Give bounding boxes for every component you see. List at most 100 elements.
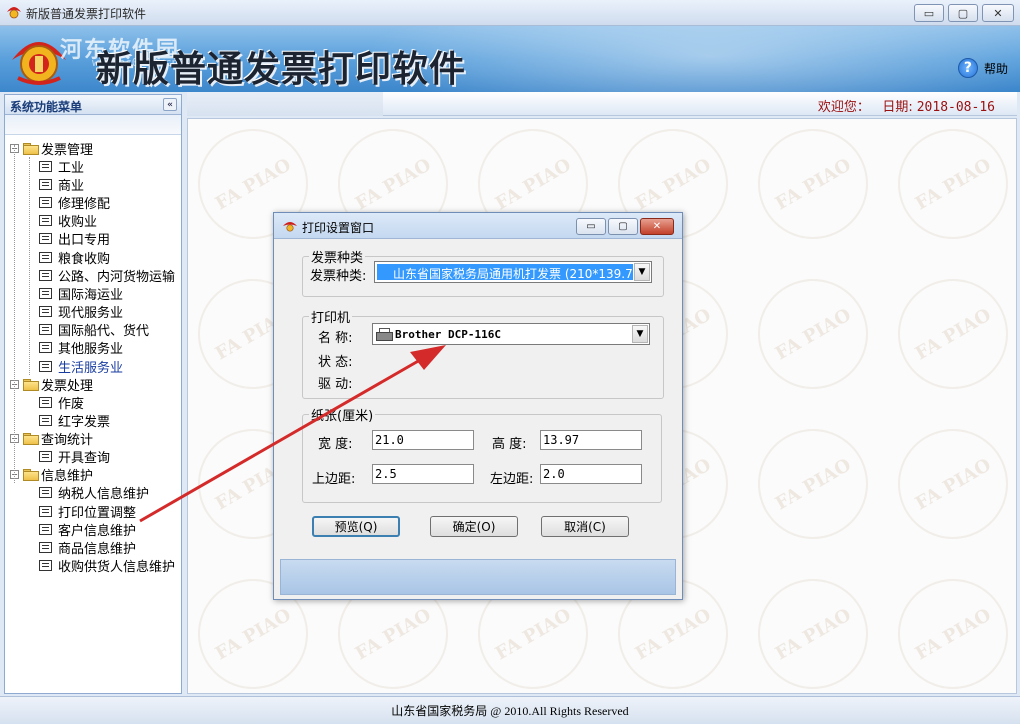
dialog-maximize-button[interactable]: ▢ (608, 218, 638, 235)
tree-group[interactable]: − 发票管理 (5, 139, 181, 158)
printer-name-value[interactable]: Brother DCP-116C (395, 328, 501, 341)
tree-item-label[interactable]: 商品信息维护 (58, 538, 136, 557)
sidebar-toolbar (5, 115, 181, 135)
minimize-button[interactable]: ▭ (914, 4, 944, 22)
printer-driver-label: 驱 动: (318, 377, 353, 392)
tree-item[interactable]: 国际海运业 (5, 284, 181, 303)
dialog-titlebar: 打印设置窗口 ▭ ▢ ✕ (274, 213, 682, 239)
tree-item[interactable]: 工业 (5, 157, 181, 176)
help-button[interactable]: ? 帮助 (957, 58, 1008, 78)
tree-item-label[interactable]: 工业 (58, 157, 84, 176)
invoice-type-value[interactable]: 山东省国家税务局通用机打发票 (210*139.7) (377, 264, 633, 280)
help-icon[interactable]: ? (957, 58, 978, 78)
tree-item-label[interactable]: 其他服务业 (58, 338, 123, 357)
maximize-button[interactable]: ▢ (948, 4, 978, 22)
tree-group[interactable]: − 发票处理 (5, 375, 181, 394)
tree-item-label[interactable]: 商业 (58, 175, 84, 194)
ok-button[interactable]: 确定(O) (430, 516, 518, 537)
tree-item-label[interactable]: 粮食收购 (58, 248, 110, 267)
folder-icon (23, 469, 39, 482)
tree-item-label[interactable]: 国际船代、货代 (58, 320, 149, 339)
welcome-text: 欢迎您： (817, 100, 870, 115)
dialog-app-icon (283, 222, 297, 232)
document-icon (39, 324, 52, 336)
watermark-seal: FA PIAO (737, 258, 889, 410)
tree-item-label[interactable]: 现代服务业 (58, 302, 123, 321)
watermark-seal: FA PIAO (877, 408, 1016, 560)
paper-width-input[interactable]: 21.0 (372, 430, 474, 450)
dialog-minimize-button[interactable]: ▭ (576, 218, 606, 235)
top-margin-input[interactable]: 2.5 (372, 464, 474, 484)
tree-item[interactable]: 现代服务业 (5, 303, 181, 321)
collapse-sidebar-button[interactable]: « (163, 98, 177, 111)
sidebar-header: 系统功能菜单 « (5, 95, 181, 115)
paper-size-legend: 纸张(厘米) (311, 409, 374, 424)
tree-item[interactable]: 国际船代、货代 (5, 321, 181, 339)
tree-group-label[interactable]: 发票处理 (41, 375, 93, 394)
tree-group-label[interactable]: 查询统计 (41, 429, 93, 448)
invoice-type-select[interactable]: 山东省国家税务局通用机打发票 (210*139.7) ▼ (374, 261, 652, 283)
folder-icon (23, 142, 39, 155)
tree-group[interactable]: − 信息维护 (5, 466, 181, 484)
tree-item-label[interactable]: 开具查询 (58, 447, 110, 466)
cancel-button[interactable]: 取消(C) (541, 516, 629, 537)
watermark-seal: FA PIAO (877, 558, 1016, 693)
tree-item[interactable]: 纳税人信息维护 (5, 484, 181, 502)
tree-item[interactable]: 修理修配 (5, 193, 181, 212)
welcome-date-bar: 欢迎您： 日期: 2018-08-16 (818, 96, 995, 115)
watermark-seal: FA PIAO (737, 558, 889, 693)
sidebar-title: 系统功能菜单 (10, 100, 83, 114)
tree-item[interactable]: 客户信息维护 (5, 520, 181, 539)
tree-item[interactable]: 开具查询 (5, 448, 181, 466)
document-icon (39, 251, 52, 263)
tree-item[interactable]: 公路、内河货物运输 (5, 266, 181, 285)
tree-item-label[interactable]: 公路、内河货物运输 (58, 266, 175, 285)
tree-group-label[interactable]: 信息维护 (41, 465, 93, 484)
tree-item[interactable]: 其他服务业 (5, 339, 181, 357)
tree-item[interactable]: 收购供货人信息维护 (5, 557, 181, 575)
tree-item-label[interactable]: 收购业 (58, 211, 97, 230)
tree-item[interactable]: 红字发票 (5, 411, 181, 430)
paper-height-input[interactable]: 13.97 (540, 430, 642, 450)
tree-item[interactable]: 粮食收购 (5, 248, 181, 267)
tree-item[interactable]: 出口专用 (5, 230, 181, 248)
dialog-close-button[interactable]: ✕ (640, 218, 674, 235)
tree-item-label[interactable]: 客户信息维护 (58, 520, 136, 539)
date-value: 2018-08-16 (916, 100, 995, 115)
tree-item-label[interactable]: 国际海运业 (58, 284, 123, 303)
tree-item-label[interactable]: 红字发票 (58, 411, 110, 430)
tree-item-label[interactable]: 出口专用 (58, 229, 110, 248)
close-button[interactable]: ✕ (982, 4, 1014, 22)
tree-item[interactable]: 生活服务业 (5, 357, 181, 376)
document-icon (39, 178, 52, 190)
print-settings-dialog: 打印设置窗口 ▭ ▢ ✕ 发票种类 发票种类: 山东省国家税务局通用机打发票 (… (273, 212, 683, 600)
document-icon (39, 215, 52, 227)
document-icon (39, 306, 52, 318)
document-icon (39, 196, 52, 208)
dialog-status-bar (280, 559, 676, 595)
left-margin-input[interactable]: 2.0 (540, 464, 642, 484)
document-icon (39, 396, 52, 408)
tree-item-label[interactable]: 生活服务业 (58, 357, 123, 376)
paper-height-label: 高 度: (492, 437, 527, 452)
document-icon (39, 487, 52, 499)
paper-size-group: 纸张(厘米) (302, 405, 662, 503)
tree-item[interactable]: 商业 (5, 175, 181, 194)
tree-group-label[interactable]: 发票管理 (41, 139, 93, 158)
tree-item-label[interactable]: 收购供货人信息维护 (58, 556, 175, 575)
tree-item-label[interactable]: 作废 (58, 393, 84, 412)
tree-item[interactable]: 商品信息维护 (5, 538, 181, 557)
chevron-down-icon[interactable]: ▼ (632, 325, 648, 343)
tree-item[interactable]: 收购业 (5, 212, 181, 230)
watermark-seal: FA PIAO (737, 119, 889, 260)
tree-item-label[interactable]: 纳税人信息维护 (58, 483, 149, 502)
help-label[interactable]: 帮助 (984, 60, 1008, 77)
tree-item-label[interactable]: 打印位置调整 (58, 502, 136, 521)
preview-button[interactable]: 预览(Q) (312, 516, 400, 537)
tree-item[interactable]: 打印位置调整 (5, 502, 181, 521)
printer-select[interactable]: Brother DCP-116C ▼ (372, 323, 650, 345)
tree-group[interactable]: − 查询统计 (5, 430, 181, 448)
tree-item-label[interactable]: 修理修配 (58, 193, 110, 212)
chevron-down-icon[interactable]: ▼ (634, 263, 650, 281)
tree-item[interactable]: 作废 (5, 393, 181, 412)
